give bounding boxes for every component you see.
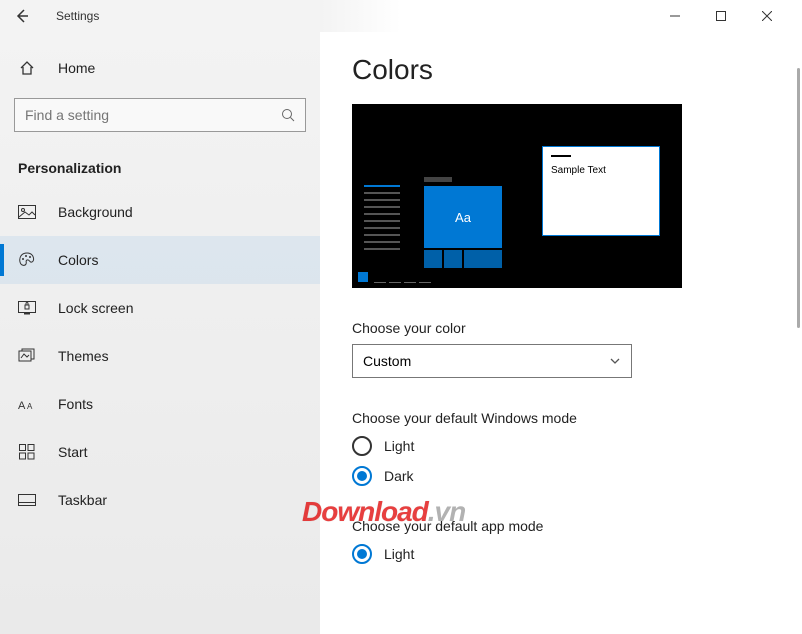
colors-icon (18, 252, 36, 268)
sidebar-item-colors[interactable]: Colors (0, 236, 320, 284)
sidebar-item-start[interactable]: Start (0, 428, 320, 476)
app-mode-label: Choose your default app mode (352, 518, 770, 534)
app-mode-option-light[interactable]: Light (352, 544, 770, 564)
preview-tile: Aa (424, 186, 502, 248)
preview-sample-text: Sample Text (551, 165, 651, 176)
lock-screen-icon (18, 301, 36, 315)
taskbar-icon (18, 494, 36, 506)
page-heading: Colors (352, 54, 770, 86)
window-title: Settings (56, 9, 99, 23)
sidebar-item-label: Themes (58, 348, 109, 364)
sidebar-item-label: Colors (58, 252, 98, 268)
titlebar: Settings (0, 0, 802, 32)
radio-label: Dark (384, 468, 414, 484)
search-input[interactable] (25, 107, 281, 123)
themes-icon (18, 348, 36, 364)
svg-text:A: A (27, 402, 33, 411)
close-icon (762, 11, 772, 21)
minimize-button[interactable] (652, 0, 698, 32)
windows-mode-option-light[interactable]: Light (352, 436, 770, 456)
sidebar-home[interactable]: Home (0, 48, 320, 88)
sidebar-item-fonts[interactable]: AA Fonts (0, 380, 320, 428)
radio-icon (352, 436, 372, 456)
home-icon (18, 60, 36, 76)
choose-color-label: Choose your color (352, 320, 770, 336)
sidebar-item-background[interactable]: Background (0, 188, 320, 236)
arrow-left-icon (15, 9, 29, 23)
start-icon (18, 444, 36, 460)
preview-window: Sample Text (542, 146, 660, 236)
maximize-button[interactable] (698, 0, 744, 32)
sidebar: Home Personalization Background Colors Loc… (0, 32, 320, 634)
windows-mode-option-dark[interactable]: Dark (352, 466, 770, 486)
radio-label: Light (384, 546, 414, 562)
sidebar-item-label: Fonts (58, 396, 93, 412)
radio-icon (352, 544, 372, 564)
back-button[interactable] (12, 6, 32, 26)
sidebar-item-label: Start (58, 444, 88, 460)
close-button[interactable] (744, 0, 790, 32)
sidebar-item-themes[interactable]: Themes (0, 332, 320, 380)
maximize-icon (716, 11, 726, 21)
sidebar-item-label: Lock screen (58, 300, 133, 316)
fonts-icon: AA (18, 397, 36, 411)
radio-label: Light (384, 438, 414, 454)
chevron-down-icon (609, 355, 621, 367)
main-content: Colors Aa Sample Text Choose your color … (320, 32, 802, 634)
scrollbar[interactable] (797, 68, 800, 328)
svg-text:A: A (18, 400, 26, 411)
sidebar-item-taskbar[interactable]: Taskbar (0, 476, 320, 524)
windows-mode-label: Choose your default Windows mode (352, 410, 770, 426)
minimize-icon (670, 11, 680, 21)
search-icon (281, 108, 295, 122)
search-box[interactable] (14, 98, 306, 132)
sidebar-category: Personalization (0, 132, 320, 188)
choose-color-value: Custom (363, 353, 609, 369)
sidebar-item-label: Background (58, 204, 133, 220)
sidebar-item-label: Taskbar (58, 492, 107, 508)
color-preview: Aa Sample Text (352, 104, 682, 288)
sidebar-home-label: Home (58, 60, 95, 76)
sidebar-item-lock-screen[interactable]: Lock screen (0, 284, 320, 332)
background-icon (18, 205, 36, 219)
choose-color-dropdown[interactable]: Custom (352, 344, 632, 378)
radio-icon (352, 466, 372, 486)
